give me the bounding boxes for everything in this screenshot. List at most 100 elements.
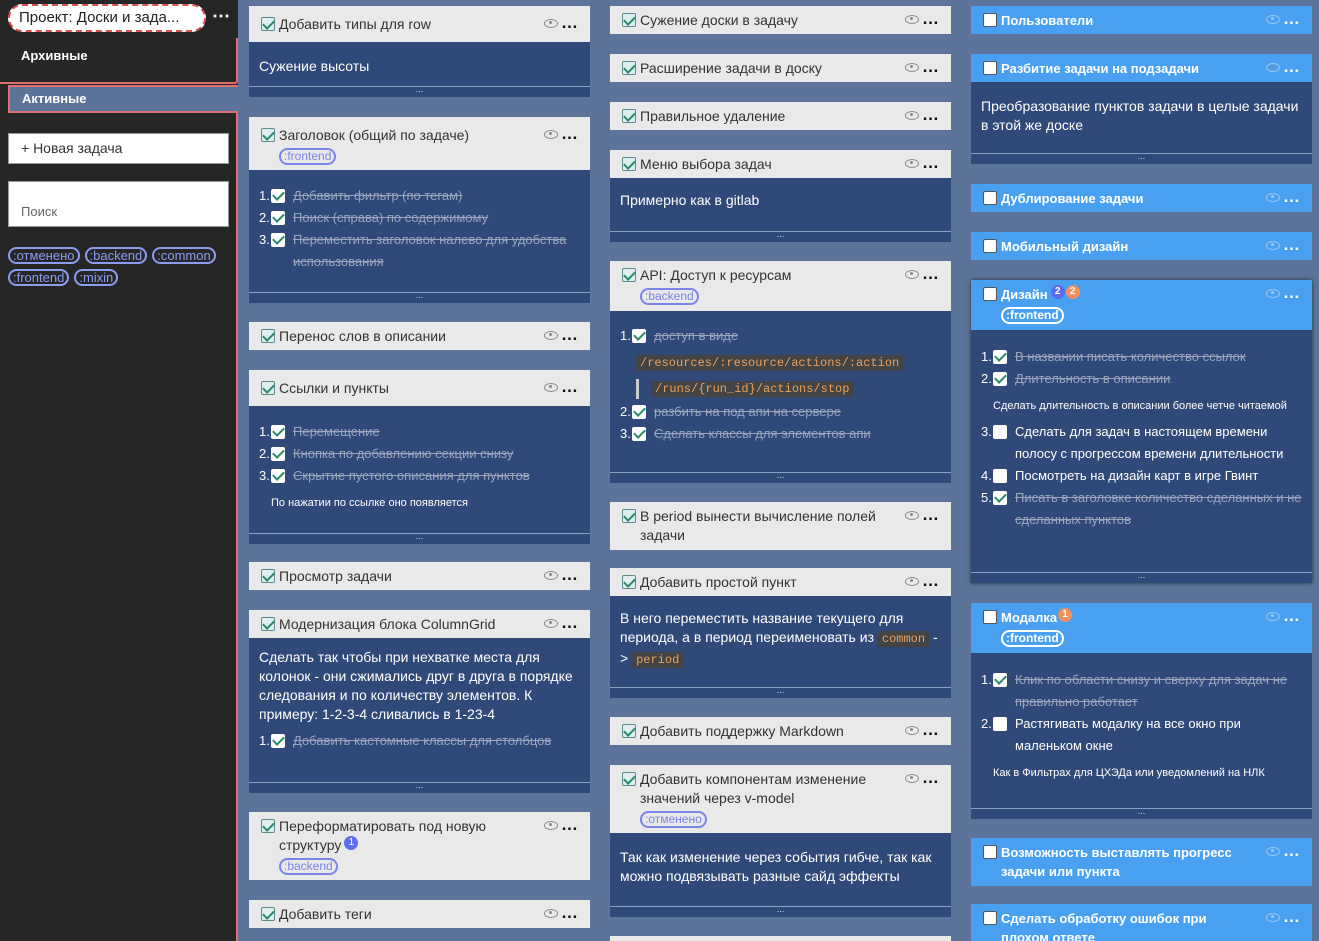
task-tag[interactable]: :отменено bbox=[640, 811, 707, 828]
more-menu-icon[interactable]: … bbox=[1283, 235, 1300, 254]
item-checkbox[interactable] bbox=[993, 372, 1007, 386]
expand-handle[interactable]: ... bbox=[249, 291, 590, 303]
task-card[interactable]: Добавить компонентам изменение значений … bbox=[610, 765, 951, 917]
done-checkbox[interactable] bbox=[622, 268, 636, 282]
eye-icon[interactable] bbox=[544, 909, 558, 918]
todo-checkbox[interactable] bbox=[983, 13, 997, 27]
task-tag[interactable]: :frontend bbox=[1001, 630, 1064, 647]
task-card[interactable]: Возможность выставлять прогресс задачи и… bbox=[971, 838, 1312, 886]
expand-handle[interactable]: ... bbox=[610, 471, 951, 483]
task-tag[interactable]: :backend bbox=[640, 288, 699, 305]
eye-icon[interactable] bbox=[1266, 612, 1280, 621]
more-menu-icon[interactable]: … bbox=[922, 505, 939, 524]
eye-icon[interactable] bbox=[544, 821, 558, 830]
done-checkbox[interactable] bbox=[622, 575, 636, 589]
task-card[interactable]: Модалка 1:frontend … 1. Клик по области сни… bbox=[971, 603, 1312, 819]
eye-icon[interactable] bbox=[1266, 15, 1280, 24]
tab-active[interactable]: Активные bbox=[8, 85, 238, 113]
eye-icon[interactable] bbox=[905, 774, 919, 783]
item-checkbox[interactable] bbox=[271, 211, 285, 225]
more-menu-icon[interactable]: … bbox=[922, 264, 939, 283]
task-card[interactable]: Просмотр задачи… bbox=[249, 562, 590, 590]
item-checkbox[interactable] bbox=[993, 469, 1007, 483]
task-card[interactable]: Пользователи… bbox=[971, 6, 1312, 34]
item-checkbox[interactable] bbox=[271, 469, 285, 483]
expand-handle[interactable]: ... bbox=[249, 781, 590, 793]
task-tag[interactable]: :frontend bbox=[279, 148, 337, 165]
expand-handle[interactable]: ... bbox=[610, 905, 951, 917]
eye-icon[interactable] bbox=[905, 63, 919, 72]
new-task-button[interactable]: + Новая задача bbox=[8, 133, 229, 164]
eye-icon[interactable] bbox=[1266, 241, 1280, 250]
expand-handle[interactable]: ... bbox=[971, 807, 1312, 819]
todo-checkbox[interactable] bbox=[983, 239, 997, 253]
task-card[interactable]: Дизайн 2 2:frontend… 1. В названии писать к… bbox=[971, 280, 1312, 583]
done-checkbox[interactable] bbox=[261, 569, 275, 583]
task-card[interactable]: Добавить простой пункт … В него перемести… bbox=[610, 568, 951, 698]
item-checkbox[interactable] bbox=[993, 350, 1007, 364]
item-checkbox[interactable] bbox=[271, 189, 285, 203]
task-card[interactable]: Правильное удаление… bbox=[610, 102, 951, 130]
eye-icon[interactable] bbox=[1266, 63, 1280, 72]
more-menu-icon[interactable]: … bbox=[561, 377, 578, 396]
tag-filter[interactable]: :common bbox=[152, 247, 216, 264]
eye-icon[interactable] bbox=[1266, 847, 1280, 856]
more-menu-icon[interactable]: … bbox=[1283, 606, 1300, 625]
expand-handle[interactable]: ... bbox=[971, 152, 1312, 164]
more-menu-icon[interactable]: … bbox=[561, 903, 578, 922]
expand-handle[interactable]: ... bbox=[971, 571, 1312, 583]
done-checkbox[interactable] bbox=[622, 109, 636, 123]
more-menu-icon[interactable]: … bbox=[561, 565, 578, 584]
more-menu-icon[interactable]: … bbox=[922, 720, 939, 739]
task-card[interactable]: Разбитие задачи на подзадачи … Преобразов… bbox=[971, 54, 1312, 164]
eye-icon[interactable] bbox=[905, 511, 919, 520]
tag-filter[interactable]: :backend bbox=[84, 247, 148, 264]
eye-icon[interactable] bbox=[905, 159, 919, 168]
done-checkbox[interactable] bbox=[622, 724, 636, 738]
done-checkbox[interactable] bbox=[622, 157, 636, 171]
eye-icon[interactable] bbox=[905, 270, 919, 279]
eye-icon[interactable] bbox=[544, 331, 558, 340]
task-card[interactable]: Дублирование задачи… bbox=[971, 184, 1312, 212]
item-checkbox[interactable] bbox=[993, 673, 1007, 687]
search-input[interactable]: Поиск bbox=[8, 181, 229, 227]
task-card[interactable]: API: Доступ к ресурсам:backend … 1. доступ… bbox=[610, 261, 951, 483]
more-menu-icon[interactable]: … bbox=[922, 57, 939, 76]
todo-checkbox[interactable] bbox=[983, 61, 997, 75]
eye-icon[interactable] bbox=[544, 130, 558, 139]
eye-icon[interactable] bbox=[905, 15, 919, 24]
tag-filter[interactable]: :frontend bbox=[8, 269, 70, 286]
eye-icon[interactable] bbox=[905, 111, 919, 120]
done-checkbox[interactable] bbox=[261, 617, 275, 631]
task-card[interactable]: Добавить поддержку Markdown… bbox=[610, 717, 951, 745]
task-card[interactable]: Мобильный дизайн… bbox=[971, 232, 1312, 260]
more-menu-icon[interactable]: … bbox=[1283, 907, 1300, 926]
task-card[interactable]: Сужение доски в задачу… bbox=[610, 6, 951, 34]
more-menu-icon[interactable]: … bbox=[1283, 841, 1300, 860]
item-checkbox[interactable] bbox=[993, 491, 1007, 505]
task-card[interactable]: Модернизация блока ColumnGrid … Сделать т… bbox=[249, 610, 590, 793]
eye-icon[interactable] bbox=[1266, 913, 1280, 922]
task-tag[interactable]: :backend bbox=[279, 858, 338, 875]
item-checkbox[interactable] bbox=[632, 427, 646, 441]
task-card[interactable]: Перенос слов в описании… bbox=[249, 322, 590, 350]
todo-checkbox[interactable] bbox=[983, 287, 997, 301]
eye-icon[interactable] bbox=[905, 726, 919, 735]
done-checkbox[interactable] bbox=[622, 509, 636, 523]
done-checkbox[interactable] bbox=[261, 819, 275, 833]
item-checkbox[interactable] bbox=[271, 233, 285, 247]
task-card[interactable]: Добавить типы для row … Сужение высоты ..… bbox=[249, 6, 590, 97]
more-menu-icon[interactable]: … bbox=[1283, 187, 1300, 206]
tag-filter[interactable]: :mixin bbox=[74, 269, 119, 286]
task-card[interactable]: Меню выбора задач … Примерно как в gitlab… bbox=[610, 150, 951, 242]
item-checkbox[interactable] bbox=[993, 717, 1007, 731]
tab-archive[interactable]: Архивные bbox=[0, 38, 238, 84]
more-menu-icon[interactable]: … bbox=[1283, 9, 1300, 28]
item-checkbox[interactable] bbox=[271, 447, 285, 461]
expand-handle[interactable]: ... bbox=[249, 532, 590, 544]
expand-handle[interactable]: ... bbox=[610, 230, 951, 242]
done-checkbox[interactable] bbox=[261, 907, 275, 921]
item-checkbox[interactable] bbox=[632, 329, 646, 343]
task-card[interactable]: Сделать обработку ошибок при плохом отве… bbox=[971, 904, 1312, 941]
task-card[interactable]: Заголовок (общий по задаче):frontend … 1.… bbox=[249, 117, 590, 303]
